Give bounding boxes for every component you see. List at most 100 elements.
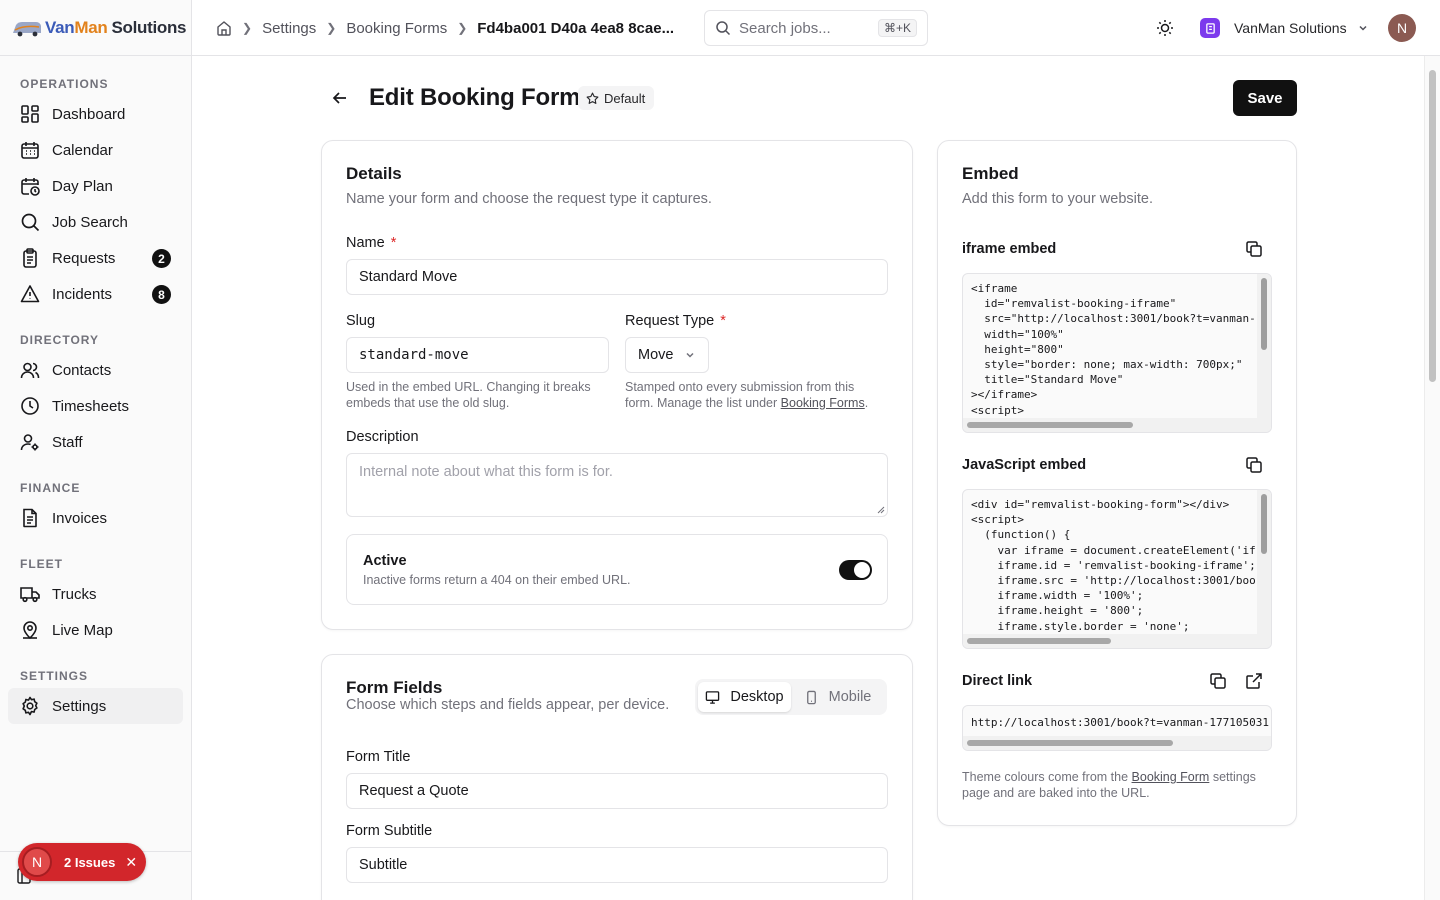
description-placeholder: Internal note about what this form is fo…: [359, 464, 613, 480]
form-title-field[interactable]: Request a Quote: [346, 773, 888, 809]
nav-heading: SETTINGS: [20, 669, 89, 683]
copy-icon[interactable]: [1245, 456, 1263, 474]
form-subtitle-label: Form Subtitle: [346, 823, 433, 839]
issues-indicator[interactable]: N 2 Issues ✕: [18, 843, 146, 881]
arrow-left-icon[interactable]: [330, 88, 350, 108]
sidebar-item-label: Day Plan: [52, 177, 113, 195]
request-type-select[interactable]: Move: [625, 337, 709, 373]
sidebar-item-calendar[interactable]: Calendar: [8, 132, 183, 168]
form-subtitle-value: Subtitle: [359, 857, 408, 873]
sidebar-item-dashboard[interactable]: Dashboard: [8, 96, 183, 132]
chevron-down-icon: [686, 352, 694, 358]
javascript-embed-label: JavaScript embed: [962, 457, 1087, 473]
org-switcher[interactable]: VanMan Solutions: [1200, 0, 1369, 56]
sidebar-item-requests[interactable]: Requests 2: [8, 240, 183, 276]
breadcrumb-current: Fd4ba001 D40a 4ea8 8cae...: [477, 19, 675, 37]
form-fields-subtitle: Choose which steps and fields appear, pe…: [346, 697, 670, 713]
sidebar-item-label: Requests: [52, 249, 116, 267]
sidebar-item-label: Calendar: [52, 141, 113, 159]
nav-finance: FINANCE Invoices: [0, 478, 191, 536]
scrollbar-thumb[interactable]: [967, 638, 1111, 644]
copy-icon[interactable]: [1209, 672, 1227, 690]
external-link-icon[interactable]: [1245, 672, 1263, 690]
nav-heading: OPERATIONS: [20, 77, 109, 91]
breadcrumb-settings[interactable]: Settings: [262, 20, 316, 37]
scrollbar-thumb[interactable]: [1261, 278, 1267, 350]
slug-field[interactable]: standard-move: [346, 337, 609, 373]
brand-logo[interactable]: VanMan Solutions: [0, 0, 191, 56]
sidebar-item-live-map[interactable]: Live Map: [8, 612, 183, 648]
description-label: Description: [346, 429, 419, 445]
scrollbar-thumb[interactable]: [967, 422, 1133, 428]
close-icon[interactable]: ✕: [125, 854, 137, 871]
direct-link-field[interactable]: http://localhost:3001/book?t=vanman-1771…: [962, 705, 1272, 751]
user-cog-icon: [20, 434, 39, 451]
sidebar-item-invoices[interactable]: Invoices: [8, 500, 183, 536]
active-toggle[interactable]: [839, 560, 872, 580]
details-subtitle: Name your form and choose the request ty…: [346, 191, 712, 207]
default-badge: Default: [578, 86, 655, 110]
org-name: VanMan Solutions: [1234, 20, 1347, 36]
sidebar-item-incidents[interactable]: Incidents 8: [8, 276, 183, 312]
sidebar-item-trucks[interactable]: Trucks: [8, 576, 183, 612]
search-icon: [21, 213, 40, 232]
name-field[interactable]: Standard Move: [346, 259, 888, 295]
copy-icon[interactable]: [1245, 240, 1263, 258]
scrollbar-thumb[interactable]: [1429, 70, 1436, 382]
vertical-scrollbar[interactable]: [1257, 274, 1271, 418]
breadcrumb-booking-forms[interactable]: Booking Forms: [346, 20, 447, 37]
count-badge: 2: [152, 249, 171, 268]
day-plan-icon: [21, 178, 40, 196]
sidebar-item-label: Staff: [52, 433, 83, 451]
sun-icon[interactable]: [1155, 18, 1175, 38]
booking-forms-link[interactable]: Booking Forms: [781, 396, 865, 410]
active-description: Inactive forms return a 404 on their emb…: [363, 573, 631, 587]
sidebar-item-contacts[interactable]: Contacts: [8, 352, 183, 388]
search-input[interactable]: Search jobs... ⌘+K: [704, 10, 928, 46]
javascript-code-block[interactable]: <div id="remvalist-booking-form"></div> …: [962, 489, 1272, 649]
home-icon[interactable]: [216, 20, 232, 36]
nav-settings: SETTINGS Settings: [0, 666, 191, 724]
form-fields-title: Form Fields: [346, 678, 443, 697]
issues-avatar: N: [22, 847, 52, 877]
form-subtitle-field[interactable]: Subtitle: [346, 847, 888, 883]
sidebar-item-label: Incidents: [52, 285, 113, 303]
horizontal-scrollbar[interactable]: [963, 418, 1271, 432]
sidebar-item-label: Dashboard: [52, 105, 126, 123]
horizontal-scrollbar[interactable]: [963, 736, 1271, 750]
scrollbar-thumb[interactable]: [967, 740, 1173, 746]
name-value: Standard Move: [359, 269, 458, 285]
tab-mobile[interactable]: Mobile: [791, 682, 884, 712]
tab-label: Desktop: [730, 689, 784, 705]
vertical-scrollbar[interactable]: [1257, 490, 1271, 634]
booking-form-settings-link[interactable]: Booking Form: [1132, 770, 1210, 784]
sidebar-item-timesheets[interactable]: Timesheets: [8, 388, 183, 424]
count-badge: 8: [152, 285, 171, 304]
toggle-knob: [854, 562, 870, 578]
save-button[interactable]: Save: [1233, 80, 1297, 116]
embed-footnote: Theme colours come from the Booking Form…: [962, 770, 1256, 800]
issues-label: 2 Issues: [64, 854, 116, 870]
resize-handle-icon[interactable]: [877, 506, 885, 514]
topbar: ❯ Settings ❯ Booking Forms ❯ Fd4ba001 D4…: [192, 0, 1440, 56]
horizontal-scrollbar[interactable]: [963, 634, 1271, 648]
sidebar-item-label: Settings: [52, 697, 107, 715]
tab-desktop[interactable]: Desktop: [698, 682, 791, 712]
sidebar-item-staff[interactable]: Staff: [8, 424, 183, 460]
clock-icon: [21, 397, 39, 415]
iframe-code-block[interactable]: <iframe id="remvalist-booking-iframe" sr…: [962, 273, 1272, 433]
avatar[interactable]: N: [1388, 14, 1416, 42]
nav-fleet: FLEET Trucks Live Map: [0, 554, 191, 648]
chevron-down-icon: [1359, 25, 1367, 31]
sidebar-item-job-search[interactable]: Job Search: [8, 204, 183, 240]
truck-icon: [20, 587, 40, 603]
page-title: Edit Booking Form: [369, 84, 581, 111]
name-label: Name *: [346, 235, 397, 251]
page-scrollbar[interactable]: [1424, 56, 1440, 900]
request-type-value: Move: [638, 347, 674, 363]
nav-heading: DIRECTORY: [20, 333, 100, 347]
scrollbar-thumb[interactable]: [1261, 494, 1267, 554]
sidebar-item-day-plan[interactable]: Day Plan: [8, 168, 183, 204]
description-field[interactable]: Internal note about what this form is fo…: [346, 453, 888, 517]
sidebar-item-settings[interactable]: Settings: [8, 688, 183, 724]
